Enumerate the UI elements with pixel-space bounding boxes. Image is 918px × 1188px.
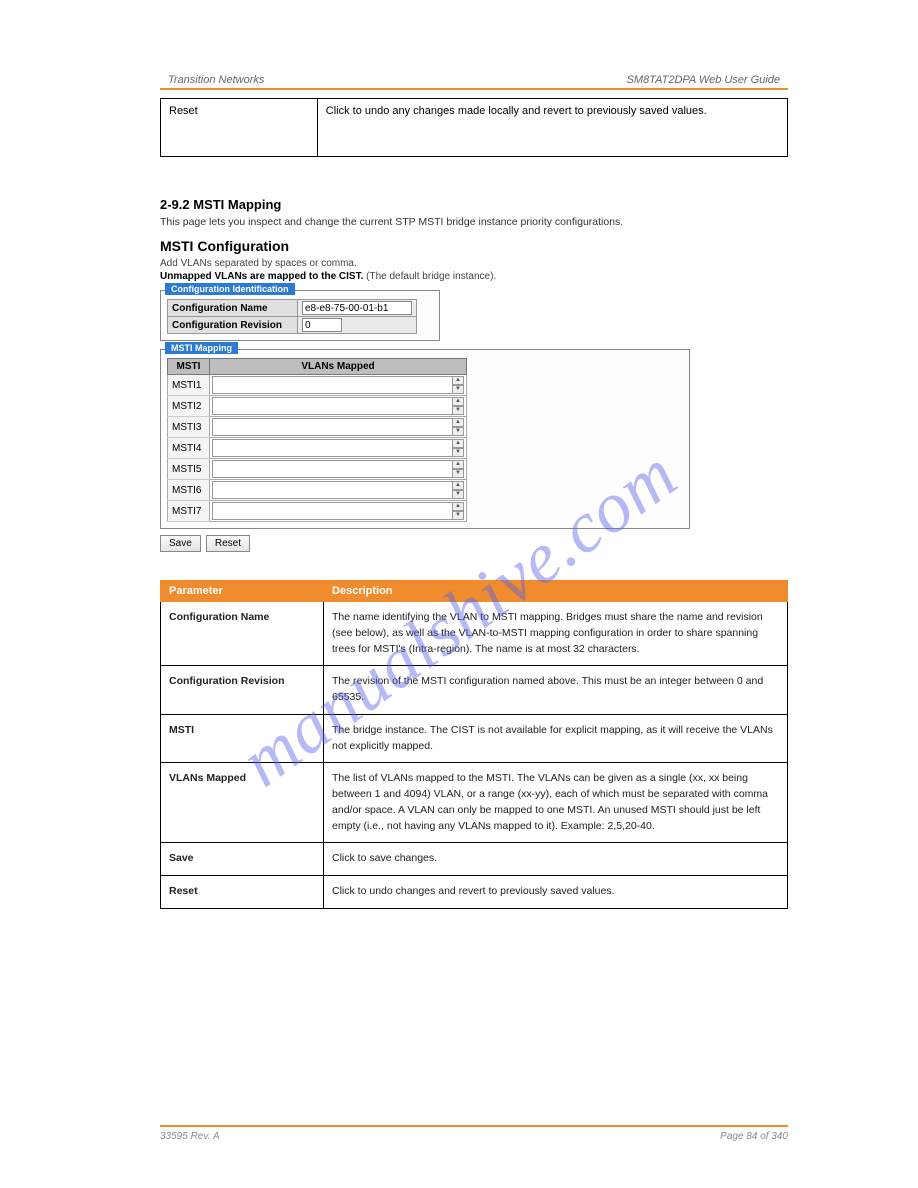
vlan-input-5[interactable] — [212, 460, 452, 478]
vlan-input-4[interactable] — [212, 439, 452, 457]
config-name-input[interactable] — [302, 301, 412, 315]
section-title: 2-9.2 MSTI Mapping — [160, 197, 788, 212]
msti-cell: MSTI2 — [168, 396, 210, 417]
msti-mapping-legend: MSTI Mapping — [165, 342, 238, 354]
msti-row: MSTI2 ▲▼ — [168, 396, 467, 417]
vlan-input-2[interactable] — [212, 397, 452, 415]
row-desc: The name identifying the VLAN to MSTI ma… — [324, 602, 788, 666]
param-header: Parameter — [161, 581, 324, 602]
table-row: Reset Click to undo changes and revert to… — [161, 876, 788, 909]
screenshot-panel: MSTI Configuration Add VLANs separated b… — [160, 238, 690, 552]
spinner-icon[interactable]: ▲▼ — [452, 439, 464, 457]
header-right: SM8TAT2DPA Web User Guide — [318, 74, 780, 86]
overflow-cell-desc: Click to undo any changes made locally a… — [317, 99, 787, 157]
ss-sub1: Add VLANs separated by spaces or comma. — [160, 258, 690, 269]
msti-row: MSTI6 ▲▼ — [168, 480, 467, 501]
table-row: Configuration Name The name identifying t… — [161, 602, 788, 666]
config-rev-label: Configuration Revision — [168, 317, 298, 334]
msti-cell: MSTI3 — [168, 417, 210, 438]
vlan-input-6[interactable] — [212, 481, 452, 499]
ss-title: MSTI Configuration — [160, 238, 690, 254]
overflow-table: Reset Click to undo any changes made loc… — [160, 98, 788, 157]
footer-right: Page 84 of 340 — [720, 1131, 788, 1142]
msti-row: MSTI5 ▲▼ — [168, 459, 467, 480]
reset-button[interactable]: Reset — [206, 535, 250, 552]
vlan-input-1[interactable] — [212, 376, 452, 394]
spinner-icon[interactable]: ▲▼ — [452, 376, 464, 394]
spinner-icon[interactable]: ▲▼ — [452, 397, 464, 415]
row-desc: The list of VLANs mapped to the MSTI. Th… — [324, 763, 788, 843]
save-button[interactable]: Save — [160, 535, 201, 552]
config-rev-input[interactable] — [302, 318, 342, 332]
spinner-icon[interactable]: ▲▼ — [452, 418, 464, 436]
row-param: MSTI — [169, 724, 194, 736]
section-subtext: This page lets you inspect and change th… — [160, 216, 788, 228]
row-param: Configuration Name — [169, 611, 269, 623]
vlan-input-7[interactable] — [212, 502, 452, 520]
header-left: Transition Networks — [168, 74, 318, 86]
vlan-input-3[interactable] — [212, 418, 452, 436]
table-row: Configuration Revision The revision of th… — [161, 666, 788, 715]
row-desc: Click to undo changes and revert to prev… — [324, 876, 788, 909]
footer-left: 33595 Rev. A — [160, 1131, 720, 1142]
parameter-table: Parameter Description Configuration Name… — [160, 580, 788, 909]
top-divider — [160, 88, 788, 90]
msti-mapping-table: MSTI VLANs Mapped MSTI1 ▲▼ MSTI2 ▲▼ MSTI3 ▲… — [167, 358, 467, 522]
page-header: Transition Networks SM8TAT2DPA Web User … — [160, 70, 788, 88]
msti-cell: MSTI1 — [168, 375, 210, 396]
vlans-col-header: VLANs Mapped — [210, 359, 467, 375]
msti-col-header: MSTI — [168, 359, 210, 375]
msti-cell: MSTI5 — [168, 459, 210, 480]
row-desc: Click to save changes. — [324, 843, 788, 876]
row-param: Reset — [169, 885, 198, 897]
table-row: Save Click to save changes. — [161, 843, 788, 876]
row-desc: The revision of the MSTI configuration n… — [324, 666, 788, 715]
config-ident-legend: Configuration Identification — [165, 283, 295, 295]
table-row: MSTI The bridge instance. The CIST is not… — [161, 714, 788, 763]
ss-sub2-rest: (The default bridge instance). — [363, 271, 496, 282]
msti-row: MSTI7 ▲▼ — [168, 501, 467, 522]
ss-sub2-bold: Unmapped VLANs are mapped to the CIST. — [160, 271, 363, 282]
config-ident-table: Configuration Name Configuration Revisio… — [167, 299, 417, 334]
msti-row: MSTI3 ▲▼ — [168, 417, 467, 438]
ss-sub2: Unmapped VLANs are mapped to the CIST. (… — [160, 271, 690, 282]
page-footer: 33595 Rev. A Page 84 of 340 — [160, 1125, 788, 1142]
table-row: VLANs Mapped The list of VLANs mapped to … — [161, 763, 788, 843]
config-ident-box: Configuration Identification Configurati… — [160, 290, 440, 341]
spinner-icon[interactable]: ▲▼ — [452, 502, 464, 520]
spinner-icon[interactable]: ▲▼ — [452, 460, 464, 478]
msti-mapping-box: MSTI Mapping MSTI VLANs Mapped MSTI1▲▼ M… — [160, 349, 690, 529]
msti-cell: MSTI6 — [168, 480, 210, 501]
row-param: Configuration Revision — [169, 675, 285, 687]
msti-cell: MSTI7 — [168, 501, 210, 522]
spinner-icon[interactable]: ▲▼ — [452, 481, 464, 499]
desc-header: Description — [324, 581, 788, 602]
msti-row: MSTI4 ▲▼ — [168, 438, 467, 459]
row-param: VLANs Mapped — [169, 772, 246, 784]
msti-row: MSTI1 ▲▼ — [168, 375, 467, 396]
msti-cell: MSTI4 — [168, 438, 210, 459]
overflow-cell-label: Reset — [161, 99, 318, 157]
row-param: Save — [169, 852, 194, 864]
config-name-label: Configuration Name — [168, 300, 298, 317]
row-desc: The bridge instance. The CIST is not ava… — [324, 714, 788, 763]
